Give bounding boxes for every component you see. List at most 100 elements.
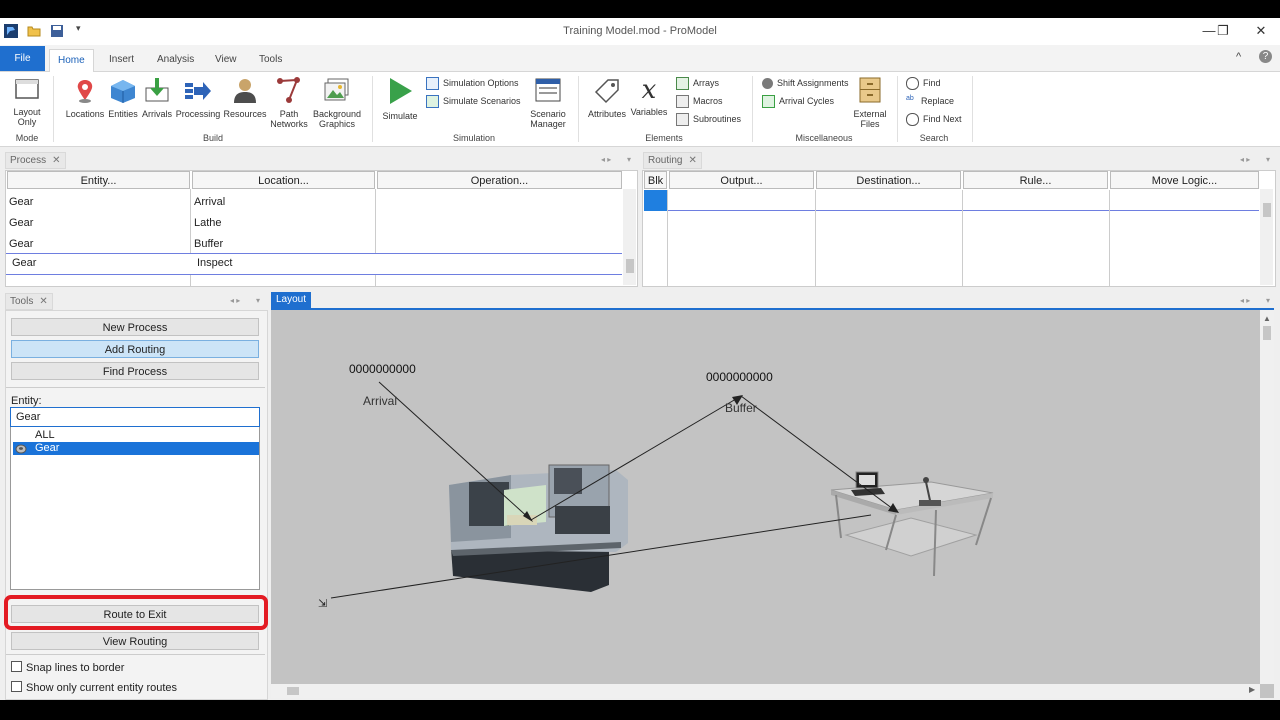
simulate-button[interactable]: Simulate [380,76,420,121]
selected-table-row[interactable] [6,253,622,275]
tools-pane-tab[interactable]: Tools ✕ [5,293,53,310]
tab-tools[interactable]: Tools [251,49,290,71]
find-magnifier-icon [906,77,919,91]
entity-input[interactable]: Gear [10,407,260,427]
process-pane-tab[interactable]: Process ✕ [5,152,66,169]
routing-pane-tab[interactable]: Routing ✕ [643,152,702,169]
column-header-location[interactable]: Location... [192,171,375,189]
resources-label: Resources [223,109,267,119]
layout-pane-tab[interactable]: Layout [271,292,312,308]
tab-view[interactable]: View [207,49,245,71]
selected-routing-cell[interactable] [644,190,667,211]
layout-canvas[interactable]: 0000000000 Arrival 0000000000 Buffer ⇲ ▲… [271,310,1274,698]
new-process-button[interactable]: New Process [11,318,259,336]
external-files-button[interactable]: External Files [850,76,890,129]
path-networks-button[interactable]: Path Networks [266,76,312,129]
route-line[interactable] [530,395,742,521]
arrival-location-label[interactable]: Arrival [363,394,397,408]
column-header-destination[interactable]: Destination... [816,171,961,189]
process-row-2-entity[interactable]: Gear [9,213,33,233]
lathe-machine[interactable] [449,464,628,592]
pane-menu-icon[interactable]: ▾ [627,155,631,164]
close-button[interactable]: ✕ [1246,22,1276,40]
process-row-1-entity[interactable]: Gear [9,192,33,212]
list-item-all[interactable]: ALL [35,429,55,441]
layout-only-label: Layout Only [13,107,41,127]
collapse-ribbon-icon[interactable]: ^ [1236,51,1241,63]
find-next-button[interactable]: Find Next [906,112,962,127]
background-graphics-button[interactable]: Background Graphics [310,76,364,129]
route-line[interactable] [740,395,898,513]
find-process-button[interactable]: Find Process [11,362,259,380]
scenario-manager-button[interactable]: Scenario Manager [526,76,570,129]
tab-insert[interactable]: Insert [101,49,142,71]
shift-assignments-button[interactable]: Shift Assignments [762,76,849,90]
arrays-button[interactable]: Arrays [676,76,719,91]
replace-label: Replace [921,96,955,106]
column-header-blk[interactable]: Blk [644,171,667,189]
close-icon[interactable]: ✕ [52,155,60,166]
group-divider [53,76,54,142]
entities-button[interactable]: Entities [105,78,141,119]
buffer-location-label[interactable]: Buffer [725,401,757,415]
process-scrollbar[interactable] [623,189,636,285]
title-bar: ▾ Training Model.mod - ProModel — ❐ ✕ [0,18,1280,45]
pane-menu-icon[interactable]: ▾ [1266,296,1270,305]
column-header-entity[interactable]: Entity... [7,171,190,189]
pane-nav-arrows-icon[interactable]: ◂ ▸ [1240,296,1250,305]
tag-icon [594,79,619,104]
pane-menu-icon[interactable]: ▾ [1266,155,1270,164]
process-row-2-location[interactable]: Lathe [194,213,222,233]
variables-button[interactable]: x Variables [629,76,669,117]
attributes-button[interactable]: Attributes [585,76,629,119]
layout-only-button[interactable]: Layout Only [8,78,46,127]
arrival-cycles-button[interactable]: Arrival Cycles [762,94,834,109]
tab-home[interactable]: Home [49,49,94,72]
arrivals-button[interactable]: Arrivals [139,76,175,119]
pane-nav-arrows-icon[interactable]: ◂ ▸ [601,155,611,164]
routing-row[interactable] [667,190,1259,211]
add-routing-button[interactable]: Add Routing [11,340,259,358]
pane-nav-arrows-icon[interactable]: ◂ ▸ [1240,155,1250,164]
replace-button[interactable]: ab Replace [906,94,954,108]
checkbox-box[interactable] [11,661,22,672]
process-row-3-location[interactable]: Buffer [194,234,223,254]
pane-menu-icon[interactable]: ▾ [256,296,260,305]
tab-file[interactable]: File [0,46,45,71]
simulation-options-button[interactable]: Simulation Options [426,76,519,91]
close-icon[interactable]: ✕ [39,296,47,307]
macros-button[interactable]: Macros [676,94,723,109]
snap-lines-checkbox[interactable]: Snap lines to border [11,661,124,674]
simulate-scenarios-button[interactable]: Simulate Scenarios [426,94,521,109]
external-files-label: External Files [853,109,887,129]
inspection-table[interactable] [830,471,994,577]
routing-scrollbar[interactable] [1260,189,1273,285]
process-row-4-location[interactable]: Inspect [197,253,232,273]
pane-nav-arrows-icon[interactable]: ◂ ▸ [230,296,240,305]
shift-assignments-label: Shift Assignments [777,78,849,88]
find-button[interactable]: Find [906,76,941,91]
layout-vertical-scrollbar[interactable]: ▲ [1260,310,1274,684]
column-header-move-logic[interactable]: Move Logic... [1110,171,1259,189]
group-elements-label: Elements [645,133,683,143]
locations-button[interactable]: Locations [63,78,107,119]
resources-button[interactable]: Resources [222,76,268,119]
group-divider [897,76,898,142]
processing-button[interactable]: Processing [175,78,221,119]
view-routing-button[interactable]: View Routing [11,632,259,650]
show-only-current-checkbox[interactable]: Show only current entity routes [11,681,177,694]
process-row-3-entity[interactable]: Gear [9,234,33,254]
column-header-operation[interactable]: Operation... [377,171,622,189]
close-icon[interactable]: ✕ [688,155,696,166]
subroutines-button[interactable]: Subroutines [676,112,741,127]
process-row-1-location[interactable]: Arrival [194,192,225,212]
layout-horizontal-scrollbar[interactable]: ▶ [271,684,1260,698]
column-header-rule[interactable]: Rule... [963,171,1108,189]
process-row-4-entity[interactable]: Gear [12,253,36,273]
list-item-gear[interactable]: Gear [13,442,259,455]
checkbox-box[interactable] [11,681,22,692]
tab-analysis[interactable]: Analysis [149,49,202,71]
column-header-output[interactable]: Output... [669,171,814,189]
restore-button[interactable]: ❐ [1208,22,1238,40]
help-icon[interactable]: ? [1259,50,1272,63]
